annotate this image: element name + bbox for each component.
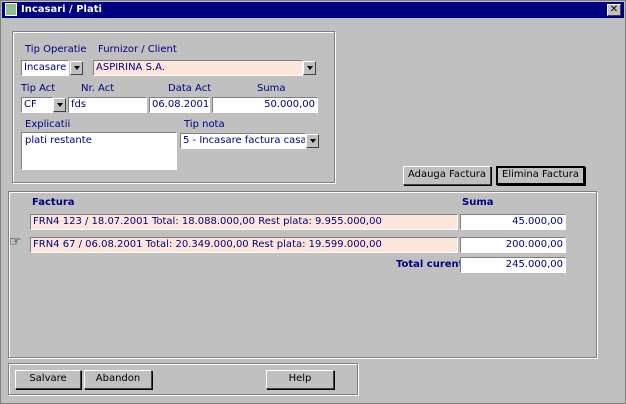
total-curent-label: Total curent <box>396 259 464 270</box>
factura-column-header: Factura <box>32 197 75 208</box>
furnizor-label: Furnizor / Client <box>98 44 177 55</box>
data-act-label: Data Act <box>168 83 212 94</box>
invoice-row-2-factura[interactable]: FRN4 67 / 06.08.2001 Total: 20.349.000,0… <box>30 237 458 253</box>
close-icon[interactable]: ✕ <box>607 4 621 16</box>
tip-act-select[interactable]: CF <box>21 97 53 113</box>
app-icon <box>5 3 17 16</box>
invoice-row-1-suma[interactable]: 45.000,00 <box>460 214 566 230</box>
suma-label: Suma <box>257 83 286 94</box>
title-bar: Incasari / Plati ✕ <box>2 2 624 18</box>
window-title: Incasari / Plati <box>21 4 102 15</box>
furnizor-select[interactable]: ASPIRINA S.A. <box>93 60 303 76</box>
explicatii-label: Explicatii <box>25 119 71 130</box>
total-curent-value: 245.000,00 <box>460 257 566 273</box>
tip-nota-label: Tip nota <box>184 119 225 130</box>
remove-invoice-button[interactable]: Elimina Factura <box>496 166 585 185</box>
tip-operatie-label: Tip Operatie <box>25 44 87 55</box>
explicatii-textarea[interactable]: plati restante <box>21 132 177 170</box>
invoice-row-2-suma[interactable]: 200.000,00 <box>460 237 566 253</box>
invoice-row-1-factura[interactable]: FRN4 123 / 18.07.2001 Total: 18.088.000,… <box>30 214 458 230</box>
data-act-input[interactable]: 06.08.2001 <box>149 97 210 113</box>
nr-act-input[interactable]: fds <box>68 97 147 113</box>
nr-act-label: Nr. Act <box>81 83 115 94</box>
save-button[interactable]: Salvare <box>15 370 81 389</box>
tip-nota-chevron-down-icon[interactable] <box>306 134 319 148</box>
help-button[interactable]: Help <box>266 370 334 389</box>
furnizor-chevron-down-icon[interactable] <box>303 61 316 75</box>
tip-nota-select[interactable]: 5 - Incasare factura casa <box>180 133 306 149</box>
abandon-button[interactable]: Abandon <box>84 370 152 389</box>
row-pointer-icon: ☞ <box>9 234 22 250</box>
tip-act-chevron-down-icon[interactable] <box>53 98 66 112</box>
add-invoice-button[interactable]: Adauga Factura <box>403 166 491 185</box>
suma-input[interactable]: 50.000,00 <box>212 97 318 113</box>
tip-operatie-select[interactable]: Incasare <box>21 60 69 76</box>
suma-column-header: Suma <box>462 197 494 208</box>
tip-operatie-chevron-down-icon[interactable] <box>70 61 83 75</box>
tip-act-label: Tip Act <box>21 83 56 94</box>
main-window: Incasari / Plati ✕ Tip Operatie Incasare… <box>0 0 626 404</box>
